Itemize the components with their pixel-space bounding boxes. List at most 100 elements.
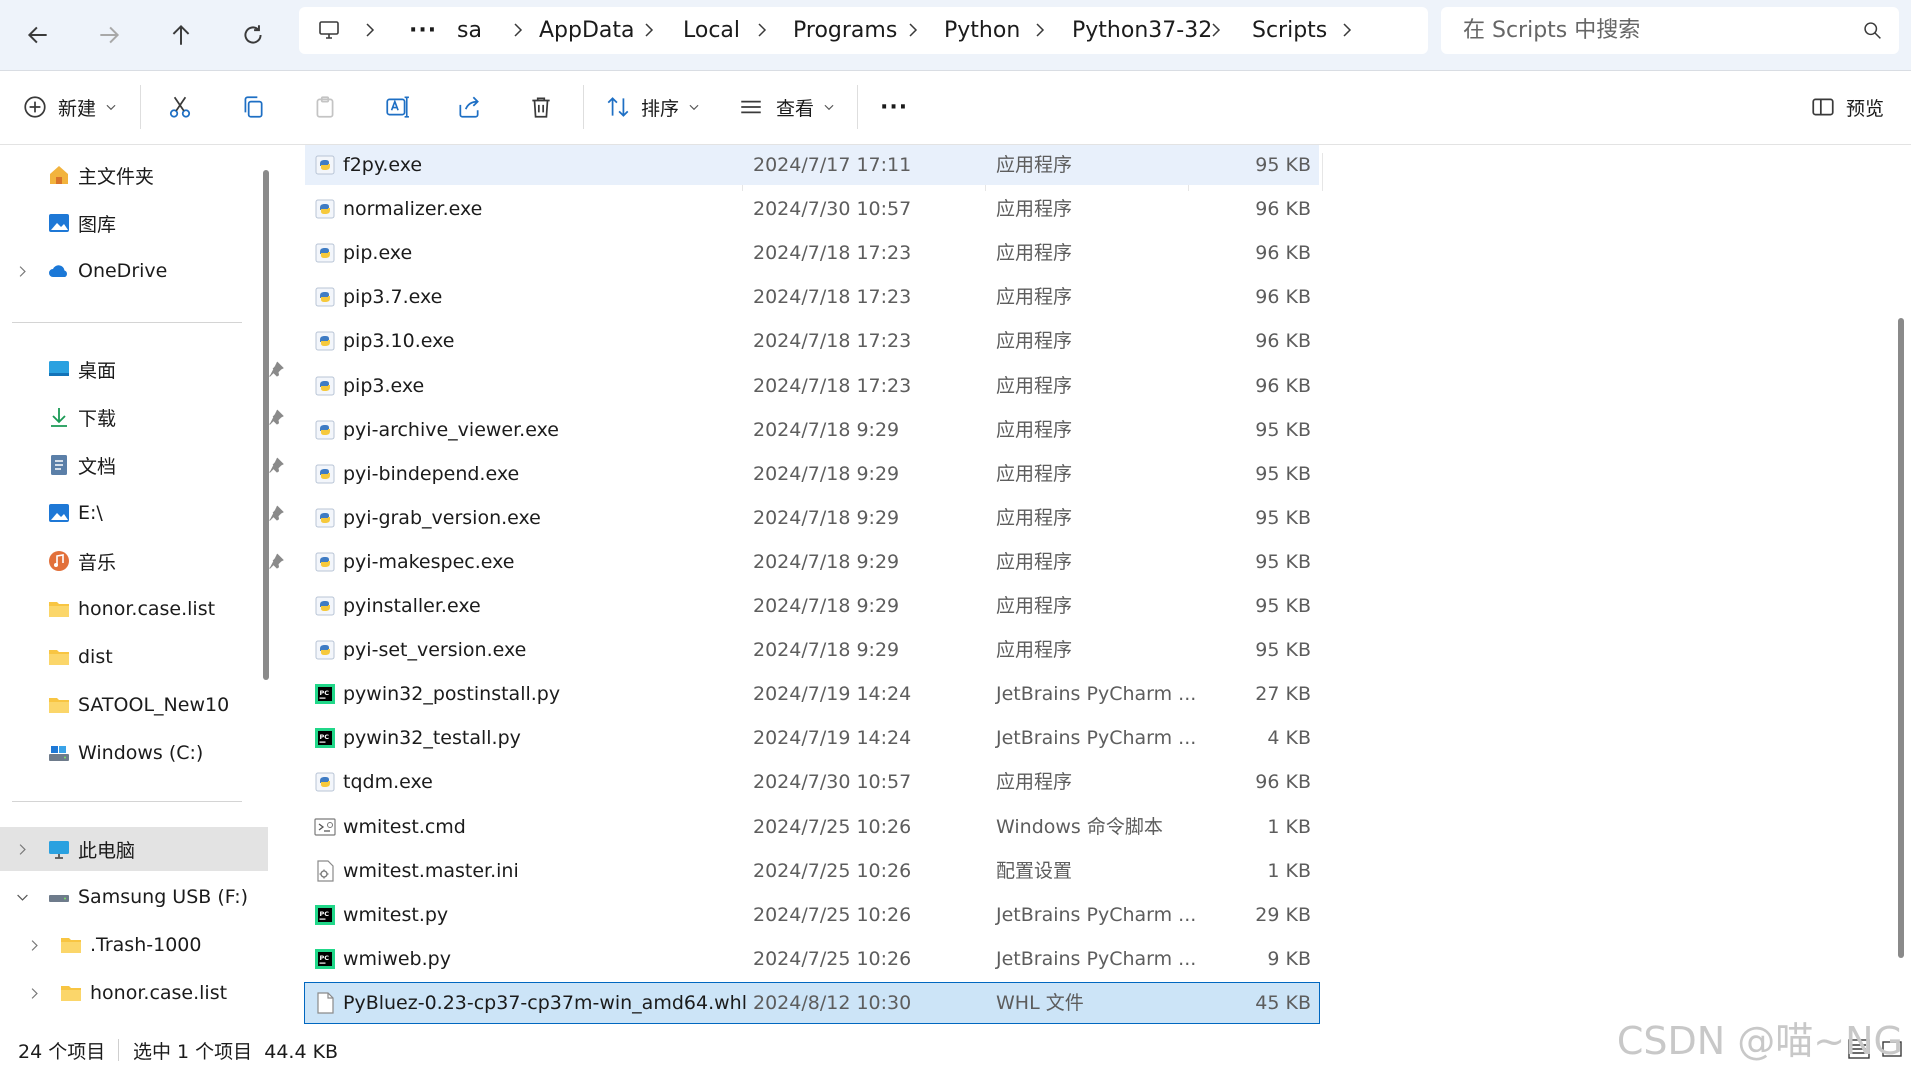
file-row[interactable]: pyi-archive_viewer.exe 2024/7/18 9:29 应用程序…	[305, 410, 1319, 450]
breadcrumb-overflow[interactable]: ···	[409, 7, 437, 54]
file-name: pyi-grab_version.exe	[343, 506, 541, 529]
file-type: JetBrains PyCharm ...	[996, 683, 1197, 706]
sidebar-item-folder[interactable]: honor.case.list	[0, 587, 298, 631]
file-modified-date: 2024/7/25 10:26	[753, 947, 912, 970]
sidebar-item-this-pc[interactable]: 此电脑	[0, 827, 268, 871]
preview-button[interactable]: 预览	[1810, 85, 1884, 129]
search-input[interactable]: 在 Scripts 中搜索	[1441, 7, 1899, 54]
sidebar-item-downloads[interactable]: 下载	[0, 395, 298, 439]
file-size: 95 KB	[1255, 550, 1311, 573]
sidebar-item-label: Windows (C:)	[78, 742, 204, 764]
pin-icon	[269, 361, 284, 377]
breadcrumb-item[interactable]: AppData	[539, 7, 635, 54]
sidebar-item-onedrive[interactable]: OneDrive	[0, 249, 268, 293]
chevron-right-icon[interactable]	[362, 7, 378, 54]
file-type: 应用程序	[996, 418, 1073, 441]
file-size: 96 KB	[1255, 771, 1311, 794]
python-exe-icon	[313, 638, 337, 662]
file-row[interactable]: f2py.exe 2024/7/17 17:11 应用程序 95 KB	[305, 145, 1319, 185]
file-row[interactable]: normalizer.exe 2024/7/30 10:57 应用程序 96 KB	[305, 189, 1319, 229]
sidebar-item-label: 图库	[78, 213, 117, 236]
this-pc-crumb[interactable]	[317, 7, 341, 54]
pycharm-file-icon: PC	[313, 726, 337, 750]
sidebar-item-folder[interactable]: SATOOL_New10	[0, 683, 298, 727]
file-row[interactable]: wmitest.cmd 2024/7/25 10:26 Windows 命令脚本 1 …	[305, 807, 1319, 847]
view-button[interactable]: 查看	[738, 85, 836, 129]
sidebar-item-home[interactable]: 主文件夹	[0, 153, 298, 197]
preview-label: 预览	[1846, 97, 1885, 120]
sidebar-item-usb-drive[interactable]: Samsung USB (F:)	[0, 875, 268, 919]
address-bar[interactable]: ··· sa AppData Local Programs Python Pyt…	[299, 7, 1428, 54]
sidebar-item-folder[interactable]: .Trash-1000	[0, 923, 280, 967]
sort-button[interactable]: 排序	[605, 85, 701, 129]
chevron-down-icon	[689, 104, 699, 111]
sidebar-item-folder[interactable]: dist	[0, 635, 298, 679]
breadcrumb-item[interactable]: Local	[683, 7, 740, 54]
rename-button[interactable]	[384, 85, 410, 129]
file-row[interactable]: PC wmiweb.py 2024/7/25 10:26 JetBrains PyCh…	[305, 939, 1319, 979]
paste-button[interactable]	[312, 85, 338, 129]
sidebar-item-label: E:\	[78, 502, 103, 524]
file-row[interactable]: pyi-bindepend.exe 2024/7/18 9:29 应用程序 95 KB	[305, 454, 1319, 494]
file-row[interactable]: pip3.10.exe 2024/7/18 17:23 应用程序 96 KB	[305, 321, 1319, 361]
chevron-right-icon[interactable]	[905, 7, 921, 54]
breadcrumb-item[interactable]: Programs	[793, 7, 897, 54]
chevron-right-icon[interactable]	[754, 7, 770, 54]
file-type: 应用程序	[996, 506, 1073, 529]
file-list-scrollbar[interactable]	[1898, 318, 1904, 958]
chevron-right-icon	[19, 843, 26, 855]
breadcrumb-item-current[interactable]: Scripts	[1252, 7, 1327, 54]
refresh-button[interactable]	[230, 12, 276, 58]
sidebar-item-music[interactable]: 音乐	[0, 539, 298, 583]
file-row[interactable]: pip3.7.exe 2024/7/18 17:23 应用程序 96 KB	[305, 277, 1319, 317]
file-row[interactable]: pyinstaller.exe 2024/7/18 9:29 应用程序 95 KB	[305, 586, 1319, 626]
sidebar-item-folder[interactable]: honor.case.list	[0, 971, 280, 1015]
chevron-right-icon[interactable]	[1339, 7, 1355, 54]
more-options-button[interactable]: ···	[880, 85, 908, 129]
pc-icon	[46, 836, 72, 862]
forward-button[interactable]	[86, 12, 132, 58]
file-row[interactable]: tqdm.exe 2024/7/30 10:57 应用程序 96 KB	[305, 762, 1319, 802]
chevron-right-icon[interactable]	[1032, 7, 1048, 54]
file-size: 96 KB	[1255, 374, 1311, 397]
file-row[interactable]: PyBluez-0.23-cp37-cp37m-win_amd64.whl 202…	[304, 981, 1320, 1024]
sidebar-scrollbar[interactable]	[263, 170, 269, 680]
file-modified-date: 2024/8/12 10:30	[753, 991, 912, 1014]
file-row[interactable]: wmitest.master.ini 2024/7/25 10:26 配置设置 1 K…	[305, 851, 1319, 891]
delete-button[interactable]	[528, 85, 554, 129]
scissors-icon	[169, 96, 191, 118]
file-row[interactable]: pyi-grab_version.exe 2024/7/18 9:29 应用程序 95…	[305, 498, 1319, 538]
share-button[interactable]	[456, 85, 482, 129]
file-name: pyinstaller.exe	[343, 595, 481, 617]
up-button[interactable]	[158, 12, 204, 58]
breadcrumb-item[interactable]: sa	[457, 7, 482, 54]
file-row[interactable]: PC pywin32_testall.py 2024/7/19 14:24 JetBr…	[305, 718, 1319, 758]
chevron-right-icon[interactable]	[641, 7, 657, 54]
sidebar-item-documents[interactable]: 文档	[0, 443, 298, 487]
file-row[interactable]: pyi-makespec.exe 2024/7/18 9:29 应用程序 95 KB	[305, 542, 1319, 582]
breadcrumb-item[interactable]: Python	[944, 7, 1020, 54]
file-row[interactable]: pip3.exe 2024/7/18 17:23 应用程序 96 KB	[305, 366, 1319, 406]
file-row[interactable]: PC wmitest.py 2024/7/25 10:26 JetBrains PyC…	[305, 895, 1319, 935]
preview-pane-icon	[1812, 98, 1834, 116]
breadcrumb-item[interactable]: Python37-32	[1072, 7, 1212, 54]
file-row[interactable]: pip.exe 2024/7/18 17:23 应用程序 96 KB	[305, 233, 1319, 273]
file-name: pyi-set_version.exe	[343, 639, 527, 662]
copy-button[interactable]	[240, 85, 266, 129]
new-button[interactable]: 新建	[22, 85, 118, 129]
cut-button[interactable]	[167, 85, 193, 129]
sidebar-item-desktop[interactable]: 桌面	[0, 347, 298, 391]
document-icon	[46, 452, 72, 478]
file-row[interactable]: pyi-set_version.exe 2024/7/18 9:29 应用程序 95 …	[305, 630, 1319, 670]
sidebar-item-e-drive[interactable]: E:\	[0, 491, 298, 535]
file-size: 95 KB	[1255, 154, 1311, 176]
chevron-right-icon[interactable]	[510, 7, 526, 54]
sidebar-item-c-drive[interactable]: Windows (C:)	[0, 731, 298, 775]
file-name: pyi-archive_viewer.exe	[343, 418, 559, 441]
chevron-right-icon[interactable]	[1208, 7, 1224, 54]
file-row[interactable]: PC pywin32_postinstall.py 2024/7/19 14:24 J…	[305, 674, 1319, 714]
python-exe-icon	[313, 197, 337, 221]
sidebar-item-gallery[interactable]: 图库	[0, 201, 298, 245]
python-exe-icon	[313, 374, 337, 398]
back-button[interactable]	[15, 12, 61, 58]
